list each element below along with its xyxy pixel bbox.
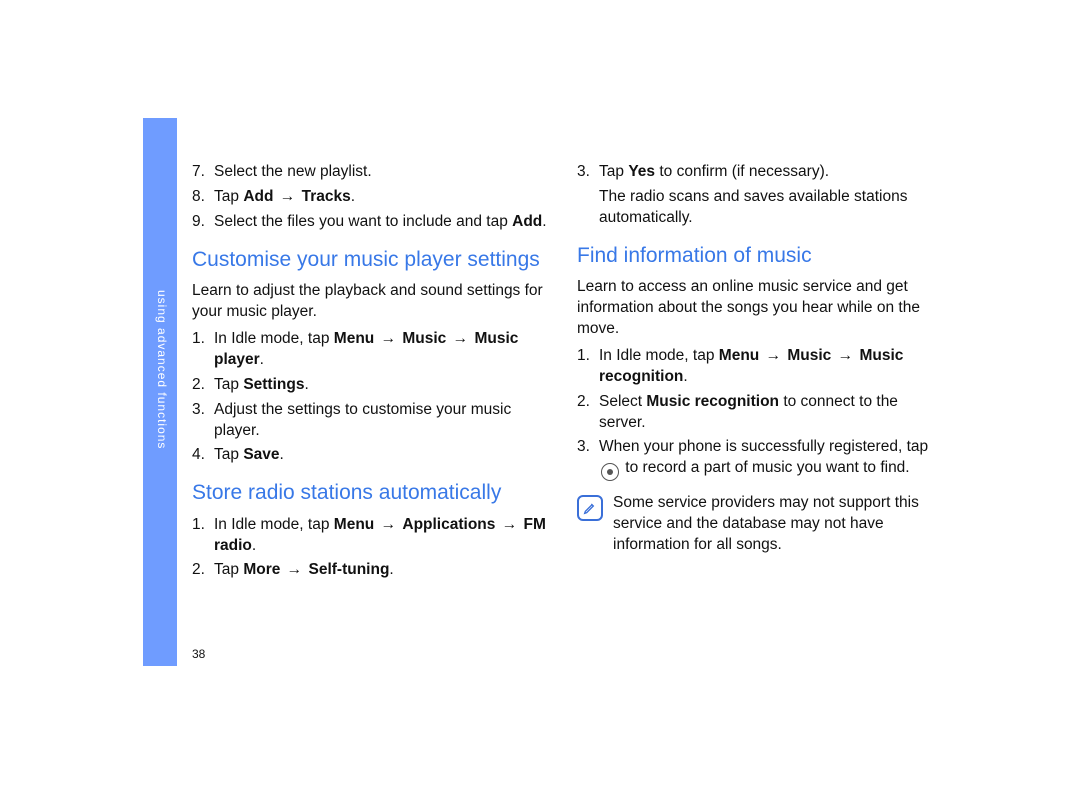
sidebar-label: using advanced functions (155, 290, 169, 449)
manual-page: using advanced functions 7.Select the ne… (0, 0, 1080, 808)
content: 7.Select the new playlist. 8.Tap Add → T… (192, 162, 932, 585)
steps-list: 1.In Idle mode, tap Menu → Applications … (192, 515, 547, 582)
list-number: 7. (192, 162, 214, 183)
list-number: 2. (192, 560, 214, 581)
section-title-find-info: Find information of music (577, 243, 932, 269)
note-text: Some service providers may not support t… (613, 493, 932, 556)
list-body: Tap More → Self-tuning. (214, 560, 547, 581)
list-item: 3.Tap Yes to confirm (if necessary). (577, 162, 932, 183)
page-number: 38 (192, 647, 205, 661)
list-body: In Idle mode, tap Menu → Applications → … (214, 515, 547, 557)
note: Some service providers may not support t… (577, 493, 932, 556)
list-item: 9.Select the files you want to include a… (192, 212, 547, 233)
column-left: 7.Select the new playlist. 8.Tap Add → T… (192, 162, 547, 585)
pencil-note-icon (582, 500, 598, 516)
list-item: 2.Select Music recognition to connect to… (577, 392, 932, 434)
list-item: 3.When your phone is successfully regist… (577, 437, 932, 481)
list-number: 8. (192, 187, 214, 208)
list-number: 1. (192, 515, 214, 557)
list-number: 2. (577, 392, 599, 434)
list-body: Tap Save. (214, 445, 547, 466)
list-body: Select Music recognition to connect to t… (599, 392, 932, 434)
list-item: 3.Adjust the settings to customise your … (192, 400, 547, 442)
list-item: 4.Tap Save. (192, 445, 547, 466)
record-icon (601, 463, 619, 481)
list-number: 2. (192, 375, 214, 396)
list-item: 1.In Idle mode, tap Menu → Music → Music… (192, 329, 547, 371)
steps-list: 1.In Idle mode, tap Menu → Music → Music… (577, 346, 932, 482)
list-item: 2.Tap More → Self-tuning. (192, 560, 547, 581)
section-intro: Learn to access an online music service … (577, 277, 932, 340)
continued-list: 7.Select the new playlist. 8.Tap Add → T… (192, 162, 547, 233)
list-body: In Idle mode, tap Menu → Music → Music r… (599, 346, 932, 388)
list-number: 3. (577, 162, 599, 183)
section-title-customise: Customise your music player settings (192, 247, 547, 273)
list-body: Select the files you want to include and… (214, 212, 547, 233)
section-intro: Learn to adjust the playback and sound s… (192, 281, 547, 323)
list-number: 9. (192, 212, 214, 233)
continued-list: 3.Tap Yes to confirm (if necessary). (577, 162, 932, 183)
steps-list: 1.In Idle mode, tap Menu → Music → Music… (192, 329, 547, 467)
list-item: 8.Tap Add → Tracks. (192, 187, 547, 208)
note-icon (577, 495, 603, 521)
list-item: 1.In Idle mode, tap Menu → Applications … (192, 515, 547, 557)
section-title-store-radio: Store radio stations automatically (192, 480, 547, 506)
list-item: 2.Tap Settings. (192, 375, 547, 396)
list-body: Select the new playlist. (214, 162, 547, 183)
list-body: In Idle mode, tap Menu → Music → Music p… (214, 329, 547, 371)
list-body: Adjust the settings to customise your mu… (214, 400, 547, 442)
list-number: 1. (192, 329, 214, 371)
list-number: 4. (192, 445, 214, 466)
list-number: 1. (577, 346, 599, 388)
column-right: 3.Tap Yes to confirm (if necessary). The… (577, 162, 932, 585)
follow-text: The radio scans and saves available stat… (599, 187, 932, 229)
list-body: Tap Settings. (214, 375, 547, 396)
list-body: When your phone is successfully register… (599, 437, 932, 481)
list-number: 3. (192, 400, 214, 442)
list-body: Tap Add → Tracks. (214, 187, 547, 208)
list-body: Tap Yes to confirm (if necessary). (599, 162, 932, 183)
list-item: 7.Select the new playlist. (192, 162, 547, 183)
list-number: 3. (577, 437, 599, 481)
list-item: 1.In Idle mode, tap Menu → Music → Music… (577, 346, 932, 388)
